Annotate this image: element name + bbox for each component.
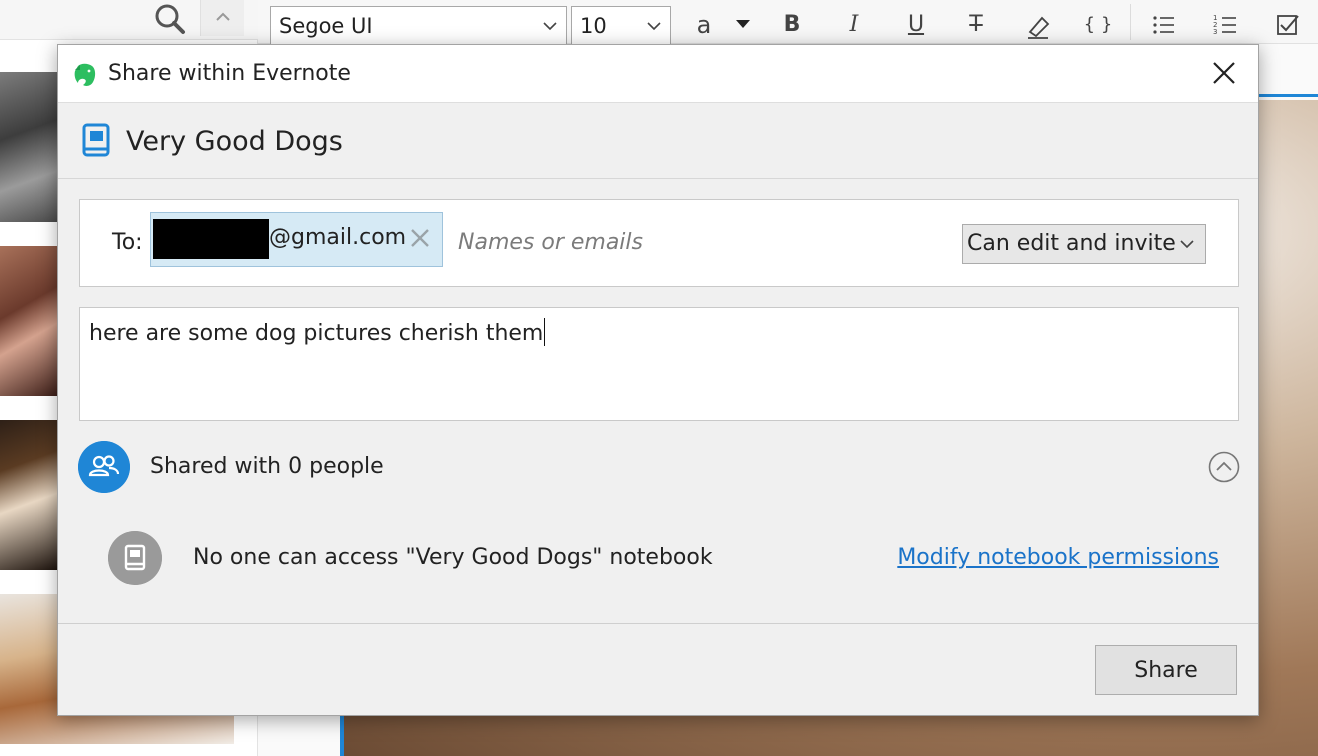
notebook-gray-icon <box>108 531 162 585</box>
shared-with-text: Shared with 0 people <box>150 454 384 479</box>
modify-permissions-link[interactable]: Modify notebook permissions <box>897 543 1219 573</box>
notebook-header: Very Good Dogs <box>58 103 1258 179</box>
font-family-value: Segoe UI <box>279 14 373 38</box>
chevron-down-icon <box>543 22 557 31</box>
remove-recipient-icon[interactable] <box>407 223 433 253</box>
text-caret <box>544 318 546 346</box>
collapse-chevron-icon[interactable] <box>1208 451 1240 483</box>
recipient-input[interactable] <box>458 222 938 262</box>
notebook-name: Very Good Dogs <box>126 126 343 157</box>
svg-text:3: 3 <box>1213 28 1217 36</box>
formatting-toolbar: Segoe UI 10 a B I U T { } 1 2 3 <box>258 0 1318 46</box>
text-color-glyph: a <box>696 11 712 39</box>
highlighter-icon[interactable] <box>1020 8 1056 42</box>
bold-button[interactable]: B <box>774 8 810 42</box>
underline-button[interactable]: U <box>898 8 934 42</box>
italic-glyph: I <box>849 12 859 37</box>
to-label: To: <box>112 230 143 255</box>
permission-value: Can edit and invite <box>967 231 1176 256</box>
message-textarea[interactable]: here are some dog pictures cherish them <box>79 307 1239 421</box>
chevron-down-icon <box>1180 240 1194 249</box>
recipient-field: To: @gmail.com Can edit and invite <box>79 199 1239 287</box>
shared-with-section: Shared with 0 people <box>78 441 1240 493</box>
checkbox-icon[interactable] <box>1270 8 1306 42</box>
bold-glyph: B <box>783 12 801 37</box>
dialog-title-bar: Share within Evernote <box>58 45 1258 103</box>
chevron-up-icon <box>216 12 230 21</box>
code-glyph: { } <box>1083 14 1113 35</box>
dialog-footer-divider <box>58 623 1258 624</box>
redacted-email-prefix <box>153 219 269 259</box>
strike-glyph: T <box>969 12 983 37</box>
toolbar-divider <box>1130 4 1131 40</box>
text-color-button[interactable]: a <box>686 8 722 42</box>
dialog-title: Share within Evernote <box>108 61 351 86</box>
font-family-select[interactable]: Segoe UI <box>270 6 567 46</box>
font-size-select[interactable]: 10 <box>571 6 671 46</box>
note-list-header <box>0 0 258 40</box>
note-thumbnail[interactable] <box>0 72 58 222</box>
chevron-down-icon <box>647 22 661 31</box>
access-status-text: No one can access "Very Good Dogs" noteb… <box>193 545 713 570</box>
recipient-chip-text: @gmail.com <box>269 225 407 250</box>
recipient-chip[interactable]: @gmail.com <box>150 212 443 267</box>
bullet-list-icon[interactable] <box>1146 8 1182 42</box>
permission-select[interactable]: Can edit and invite <box>962 224 1206 264</box>
note-thumbnail[interactable] <box>0 420 58 570</box>
notebook-access-row: No one can access "Very Good Dogs" noteb… <box>108 531 1240 585</box>
code-block-button[interactable]: { } <box>1080 8 1116 42</box>
scroll-up-button[interactable] <box>200 0 244 36</box>
font-size-value: 10 <box>580 14 607 38</box>
italic-button[interactable]: I <box>836 8 872 42</box>
note-thumbnail[interactable] <box>0 246 58 396</box>
message-text: here are some dog pictures cherish them <box>89 321 544 346</box>
strikethrough-button[interactable]: T <box>958 8 994 42</box>
numbered-list-icon[interactable]: 1 2 3 <box>1208 8 1244 42</box>
evernote-logo-icon <box>74 63 96 86</box>
people-icon <box>78 441 130 493</box>
close-icon[interactable] <box>1208 57 1240 89</box>
underline-glyph: U <box>907 12 925 37</box>
share-button[interactable]: Share <box>1095 645 1237 695</box>
caret-down-icon[interactable] <box>734 18 752 30</box>
search-icon[interactable] <box>152 2 188 36</box>
share-dialog: Share within Evernote Very Good Dogs To:… <box>57 44 1259 716</box>
notebook-icon <box>82 123 110 157</box>
